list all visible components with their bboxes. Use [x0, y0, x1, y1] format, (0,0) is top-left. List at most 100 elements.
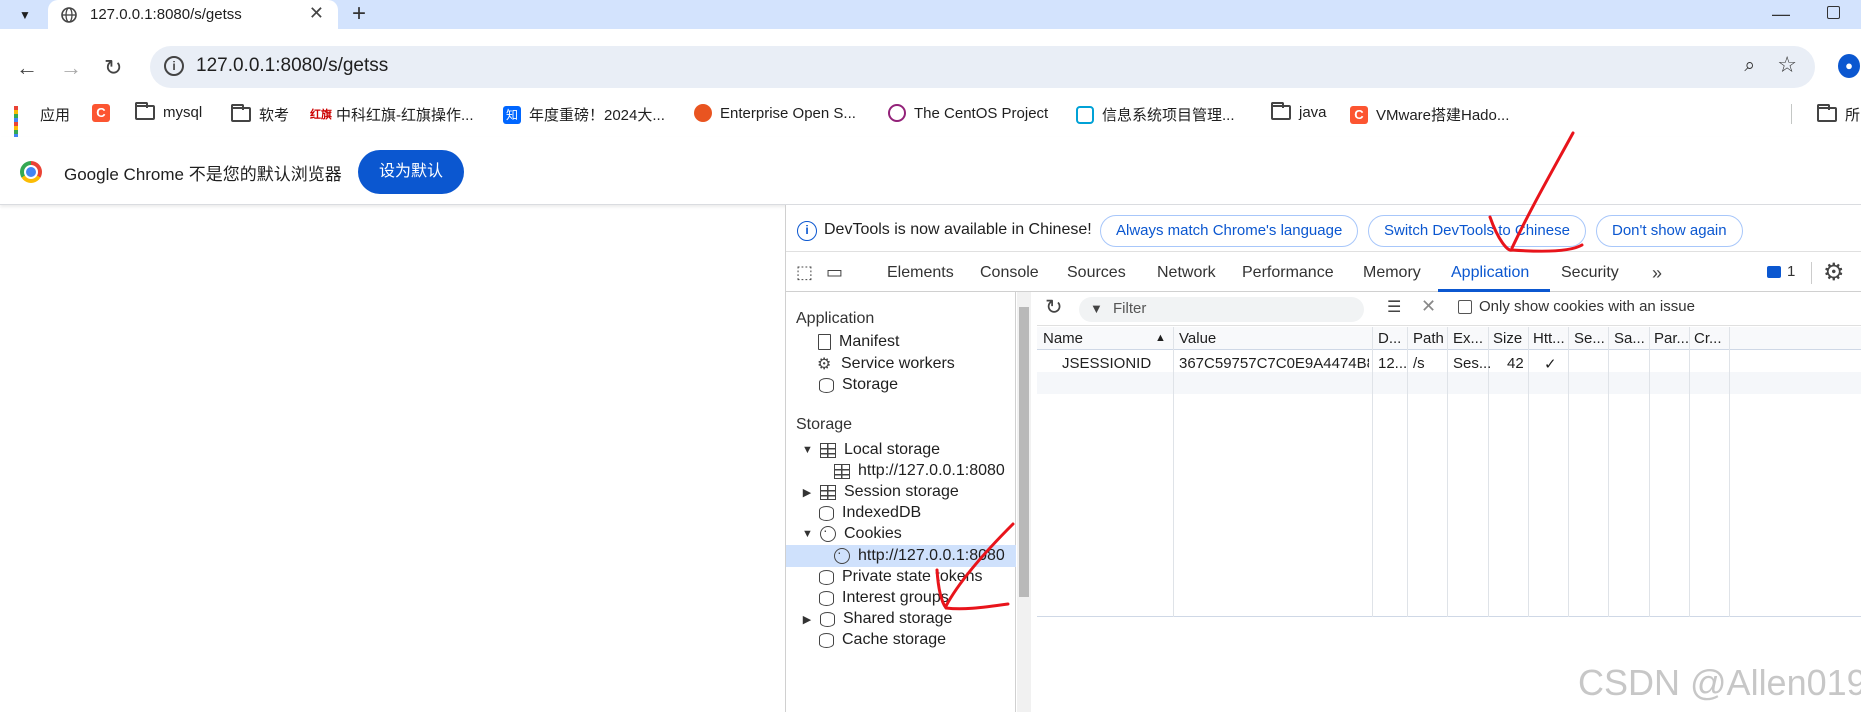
header-expires[interactable]: Ex... — [1453, 330, 1483, 347]
sidebar-item-local-storage[interactable]: ▼ Local storage — [802, 441, 940, 459]
tab-application[interactable]: Application — [1451, 264, 1529, 282]
delete-selected-icon[interactable]: ✕ — [1421, 296, 1436, 317]
sidebar-item-label: Cookies — [844, 525, 902, 542]
cell-name[interactable]: JSESSIONID — [1062, 355, 1151, 372]
new-tab-plus-icon[interactable]: + — [352, 0, 366, 28]
filter-input[interactable]: ▼ Filter — [1079, 297, 1364, 322]
sidebar-item-local-origin[interactable]: http://127.0.0.1:8080 — [834, 462, 1005, 480]
collapsed-arrow-icon[interactable]: ▶ — [802, 486, 812, 499]
collapsed-arrow-icon[interactable]: ▶ — [802, 613, 812, 626]
expanded-arrow-icon[interactable]: ▼ — [802, 528, 813, 540]
reload-icon[interactable]: ↻ — [104, 55, 122, 81]
only-issues-checkbox[interactable]: Only show cookies with an issue — [1458, 298, 1695, 315]
issues-counter[interactable]: 1 — [1767, 263, 1795, 280]
header-partition-key[interactable]: Par... — [1654, 330, 1689, 347]
header-domain[interactable]: D... — [1378, 330, 1401, 347]
header-samesite[interactable]: Sa... — [1614, 330, 1645, 347]
cell-httponly-check[interactable]: ✓ — [1544, 355, 1557, 373]
header-path[interactable]: Path — [1413, 330, 1444, 347]
site-info-icon[interactable]: i — [164, 56, 184, 76]
bookmark-mysql[interactable]: mysql — [135, 102, 202, 121]
cell-expires[interactable]: Ses... — [1453, 355, 1491, 372]
tab-search-chevron-icon[interactable]: ▼ — [11, 4, 39, 26]
header-secure[interactable]: Se... — [1574, 330, 1605, 347]
tab-console[interactable]: Console — [980, 264, 1039, 282]
back-arrow-icon[interactable]: ← — [16, 55, 38, 81]
sidebar-item-interest-groups[interactable]: Interest groups — [819, 589, 949, 607]
tab-performance[interactable]: Performance — [1242, 264, 1334, 282]
bookmark-redflag[interactable]: 红旗 中科红旗-红旗操作... — [310, 104, 474, 125]
switch-to-chinese-button[interactable]: Switch DevTools to Chinese — [1368, 215, 1586, 247]
bookmark-centos[interactable]: The CentOS Project — [888, 104, 1048, 122]
always-match-language-button[interactable]: Always match Chrome's language — [1100, 215, 1359, 247]
sidebar-item-service-workers[interactable]: ⚙ Service workers — [817, 354, 955, 374]
bookmark-csdn[interactable]: C — [92, 104, 110, 122]
application-sidebar: Application Manifest ⚙ Service workers S… — [786, 292, 1016, 712]
sidebar-item-storage[interactable]: Storage — [819, 376, 898, 394]
column-divider — [1729, 327, 1730, 617]
sidebar-item-indexeddb[interactable]: IndexedDB — [819, 504, 921, 522]
bookmark-vmware[interactable]: C VMware搭建Hado... — [1350, 104, 1509, 125]
maximize-icon[interactable] — [1827, 6, 1840, 19]
table-icon — [834, 463, 850, 479]
sidebar-item-manifest[interactable]: Manifest — [818, 333, 899, 351]
bookmark-all[interactable]: 所 — [1817, 104, 1860, 125]
clear-all-cookies-icon[interactable]: ☰ — [1387, 297, 1401, 317]
inspect-element-icon[interactable]: ⬚ — [796, 262, 813, 283]
csdn-watermark: CSDN @Allen019 — [1578, 662, 1861, 703]
sidebar-item-cookies-origin[interactable]: http://127.0.0.1:8080 — [786, 544, 1016, 567]
column-divider — [1649, 327, 1650, 617]
header-cross-site[interactable]: Cr... — [1694, 330, 1722, 347]
bookmark-java[interactable]: java — [1271, 102, 1327, 121]
cell-size[interactable]: 42 — [1507, 355, 1524, 372]
sort-ascending-icon[interactable]: ▲ — [1155, 332, 1166, 344]
cell-path[interactable]: /s — [1413, 355, 1425, 372]
tab-security[interactable]: Security — [1561, 264, 1619, 282]
sidebar-item-private-state-tokens[interactable]: Private state tokens — [819, 568, 983, 586]
checkbox-box[interactable] — [1458, 299, 1472, 314]
refresh-icon[interactable]: ↻ — [1045, 295, 1063, 320]
bookmark-apps[interactable]: 应用 — [14, 104, 70, 142]
globe-icon — [61, 7, 77, 23]
header-name[interactable]: Name — [1043, 330, 1083, 347]
bookmark-label: 年度重磅！2024大... — [529, 107, 665, 124]
column-divider — [1528, 327, 1529, 617]
sidebar-item-shared-storage[interactable]: ▶ Shared storage — [802, 610, 953, 628]
sidebar-scroll-thumb[interactable] — [1019, 307, 1029, 597]
bookmark-zhihu[interactable]: 知 年度重磅！2024大... — [503, 104, 665, 125]
sidebar-item-label: Service workers — [841, 355, 955, 372]
header-httponly[interactable]: Htt... — [1533, 330, 1565, 347]
zoom-icon[interactable]: ⌕ — [1744, 55, 1755, 77]
sidebar-item-cookies[interactable]: ▼ Cookies — [802, 522, 902, 543]
address-bar[interactable]: i 127.0.0.1:8080/s/getss ⌕ ☆ — [150, 46, 1815, 88]
header-value[interactable]: Value — [1179, 330, 1216, 347]
dont-show-again-button[interactable]: Don't show again — [1596, 215, 1743, 247]
bookmark-label: The CentOS Project — [914, 104, 1049, 122]
close-tab-icon[interactable]: ✕ — [309, 3, 324, 24]
more-tabs-chevron-icon[interactable]: » — [1652, 263, 1662, 284]
cell-domain[interactable]: 12... — [1378, 355, 1407, 372]
browser-tab[interactable]: 127.0.0.1:8080/s/getss ✕ — [48, 0, 338, 29]
bookmark-star-icon[interactable]: ☆ — [1777, 52, 1797, 78]
minimize-icon[interactable]: — — [1772, 4, 1790, 25]
set-default-button[interactable]: 设为默认 — [358, 150, 464, 194]
tab-elements[interactable]: Elements — [887, 264, 954, 282]
header-size[interactable]: Size — [1493, 330, 1522, 347]
forward-arrow-icon[interactable]: → — [60, 55, 82, 81]
cookie-icon — [820, 522, 836, 542]
expanded-arrow-icon[interactable]: ▼ — [802, 444, 813, 456]
device-toolbar-icon[interactable]: ▭ — [826, 262, 843, 283]
table-row[interactable] — [1037, 350, 1861, 372]
tab-network[interactable]: Network — [1157, 264, 1216, 282]
bookmark-xinxi[interactable]: 信息系统项目管理... — [1076, 104, 1235, 125]
tab-sources[interactable]: Sources — [1067, 264, 1126, 282]
sidebar-item-session-storage[interactable]: ▶ Session storage — [802, 483, 959, 501]
settings-gear-icon[interactable]: ⚙ — [1823, 258, 1845, 287]
bookmark-ruankao[interactable]: 软考 — [231, 104, 289, 125]
bookmark-enterprise[interactable]: Enterprise Open S... — [694, 104, 856, 122]
tab-memory[interactable]: Memory — [1363, 264, 1421, 282]
sidebar-item-label: Session storage — [844, 483, 959, 500]
profile-avatar-icon[interactable]: ● — [1838, 54, 1860, 78]
sidebar-item-cache-storage[interactable]: Cache storage — [819, 631, 946, 649]
cell-value[interactable]: 367C59757C7C0E9A4474B85... — [1179, 355, 1369, 372]
